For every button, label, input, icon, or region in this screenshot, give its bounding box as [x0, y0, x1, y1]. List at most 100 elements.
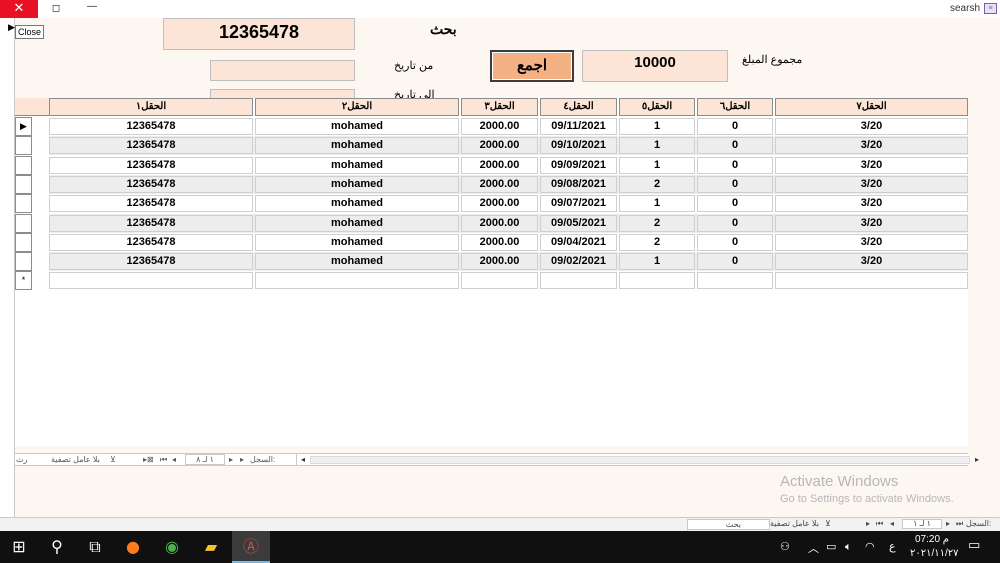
table-cell-field6[interactable]: 0 — [697, 195, 773, 212]
minimize-window-button[interactable]: — — [82, 0, 102, 18]
datasheet-record-position[interactable]: ١ لـ ٨ — [185, 454, 225, 465]
table-cell-field3[interactable]: 2000.00 — [461, 137, 538, 154]
table-cell-field3[interactable]: 2000.00 — [461, 195, 538, 212]
form-record-position[interactable]: ١ لـ ١ — [902, 519, 942, 529]
scroll-track[interactable] — [310, 456, 970, 464]
record-selector-bar[interactable] — [0, 18, 15, 517]
table-cell-field2[interactable]: mohamed — [255, 195, 459, 212]
table-cell-field2[interactable]: mohamed — [255, 157, 459, 174]
current-record-selector[interactable]: ▶ — [15, 117, 32, 136]
table-cell-field6[interactable]: 0 — [697, 118, 773, 135]
table-cell-field3[interactable]: 2000.00 — [461, 157, 538, 174]
firefox-icon[interactable]: ● — [114, 531, 152, 563]
record-selector[interactable] — [15, 136, 32, 155]
table-cell-field1[interactable]: 12365478 — [49, 137, 253, 154]
record-selector[interactable] — [15, 194, 32, 213]
column-header-field2[interactable]: الحقل٢ — [255, 98, 459, 116]
table-cell-field5[interactable]: 1 — [619, 118, 695, 135]
table-cell-field2[interactable]: mohamed — [255, 176, 459, 193]
table-cell-field7[interactable]: 3/20 — [775, 157, 968, 174]
table-cell-field3[interactable]: 2000.00 — [461, 253, 538, 270]
column-header-field6[interactable]: الحقل٦ — [697, 98, 773, 116]
datasheet-filter-indicator[interactable]: بلا عامل تصفية — [51, 455, 100, 464]
table-cell-field1[interactable]: 12365478 — [49, 118, 253, 135]
table-cell-field5[interactable] — [619, 272, 695, 289]
record-selector[interactable] — [15, 175, 32, 194]
table-cell-field6[interactable]: 0 — [697, 234, 773, 251]
clock-time[interactable]: 07:20 م — [912, 534, 952, 545]
form-new-record-icon[interactable]: ▸ — [866, 519, 870, 528]
table-cell-field5[interactable]: 1 — [619, 137, 695, 154]
datasheet-next-record-icon[interactable]: ◂ — [172, 455, 176, 464]
table-cell-field7[interactable] — [775, 272, 968, 289]
table-cell-field6[interactable]: 0 — [697, 157, 773, 174]
form-search-box[interactable]: بحث — [687, 519, 770, 530]
scroll-left-icon[interactable]: ◂ — [297, 454, 309, 466]
form-next-record-icon[interactable]: ◂ — [890, 519, 894, 528]
table-cell-field3[interactable] — [461, 272, 538, 289]
table-cell-field7[interactable]: 3/20 — [775, 118, 968, 135]
table-cell-field3[interactable]: 2000.00 — [461, 118, 538, 135]
column-header-field7[interactable]: الحقل٧ — [775, 98, 968, 116]
form-filter-indicator[interactable]: بلا عامل تصفية — [770, 519, 819, 528]
table-cell-field6[interactable]: 0 — [697, 253, 773, 270]
people-icon[interactable]: ⚇ — [780, 540, 790, 553]
table-cell-field2[interactable] — [255, 272, 459, 289]
restore-window-button[interactable]: ◻ — [44, 0, 68, 18]
table-cell-field4[interactable]: 09/08/2021 — [540, 176, 617, 193]
sum-button[interactable]: اجمع — [490, 50, 574, 82]
datasheet-new-record-icon[interactable]: ▸⊠ — [143, 455, 154, 464]
file-explorer-icon[interactable]: ▰ — [192, 531, 230, 563]
table-cell-field7[interactable]: 3/20 — [775, 253, 968, 270]
scroll-right-icon[interactable]: ▸ — [971, 454, 983, 466]
column-header-field3[interactable]: الحقل٣ — [461, 98, 538, 116]
table-cell-field7[interactable]: 3/20 — [775, 234, 968, 251]
table-cell-field2[interactable]: mohamed — [255, 234, 459, 251]
date-from-input[interactable] — [210, 60, 355, 81]
table-cell-field2[interactable]: mohamed — [255, 137, 459, 154]
table-cell-field3[interactable]: 2000.00 — [461, 215, 538, 232]
clock-date[interactable]: ٢٠٢١/١١/٢٧ — [910, 548, 959, 559]
table-cell-field5[interactable]: 2 — [619, 215, 695, 232]
search-icon[interactable]: ⚲ — [38, 531, 76, 563]
table-cell-field1[interactable] — [49, 272, 253, 289]
form-prev-record-icon[interactable]: ▸ — [946, 519, 950, 528]
table-cell-field4[interactable]: 09/11/2021 — [540, 118, 617, 135]
table-cell-field4[interactable]: 09/04/2021 — [540, 234, 617, 251]
column-header-field5[interactable]: الحقل٥ — [619, 98, 695, 116]
table-cell-field6[interactable]: 0 — [697, 137, 773, 154]
table-cell-field4[interactable]: 09/05/2021 — [540, 215, 617, 232]
form-first-record-icon[interactable]: ⏭ — [956, 519, 963, 529]
select-all-corner[interactable] — [15, 98, 49, 116]
search-input[interactable]: 12365478 — [163, 18, 355, 50]
table-cell-field6[interactable]: 0 — [697, 215, 773, 232]
table-cell-field6[interactable]: 0 — [697, 176, 773, 193]
datasheet-prev-record-icon[interactable]: ▸ — [229, 455, 233, 464]
table-cell-field1[interactable]: 12365478 — [49, 253, 253, 270]
table-cell-field3[interactable]: 2000.00 — [461, 176, 538, 193]
table-cell-field3[interactable]: 2000.00 — [461, 234, 538, 251]
task-view-icon[interactable]: ⧉ — [76, 531, 114, 563]
datasheet-first-record-icon[interactable]: ▸ — [240, 455, 244, 464]
table-cell-field4[interactable]: 09/10/2021 — [540, 137, 617, 154]
new-record-selector[interactable]: * — [15, 271, 32, 290]
table-cell-field1[interactable]: 12365478 — [49, 195, 253, 212]
battery-icon[interactable]: ▭ — [826, 540, 836, 553]
table-cell-field5[interactable]: 2 — [619, 234, 695, 251]
table-cell-field7[interactable]: 3/20 — [775, 176, 968, 193]
total-amount-field[interactable]: 10000 — [582, 50, 728, 82]
table-cell-field1[interactable]: 12365478 — [49, 176, 253, 193]
volume-icon[interactable]: 🔈︎ — [845, 540, 852, 554]
table-cell-field4[interactable]: 09/02/2021 — [540, 253, 617, 270]
table-cell-field4[interactable] — [540, 272, 617, 289]
column-header-field4[interactable]: الحقل٤ — [540, 98, 617, 116]
table-cell-field5[interactable]: 1 — [619, 195, 695, 212]
tray-overflow-icon[interactable]: ︿ — [808, 540, 819, 556]
access-icon[interactable]: Ⓐ — [232, 531, 270, 563]
input-language[interactable]: ع — [889, 540, 896, 553]
table-cell-field7[interactable]: 3/20 — [775, 137, 968, 154]
record-selector[interactable] — [15, 214, 32, 233]
table-cell-field1[interactable]: 12365478 — [49, 215, 253, 232]
table-cell-field4[interactable]: 09/07/2021 — [540, 195, 617, 212]
table-cell-field2[interactable]: mohamed — [255, 253, 459, 270]
